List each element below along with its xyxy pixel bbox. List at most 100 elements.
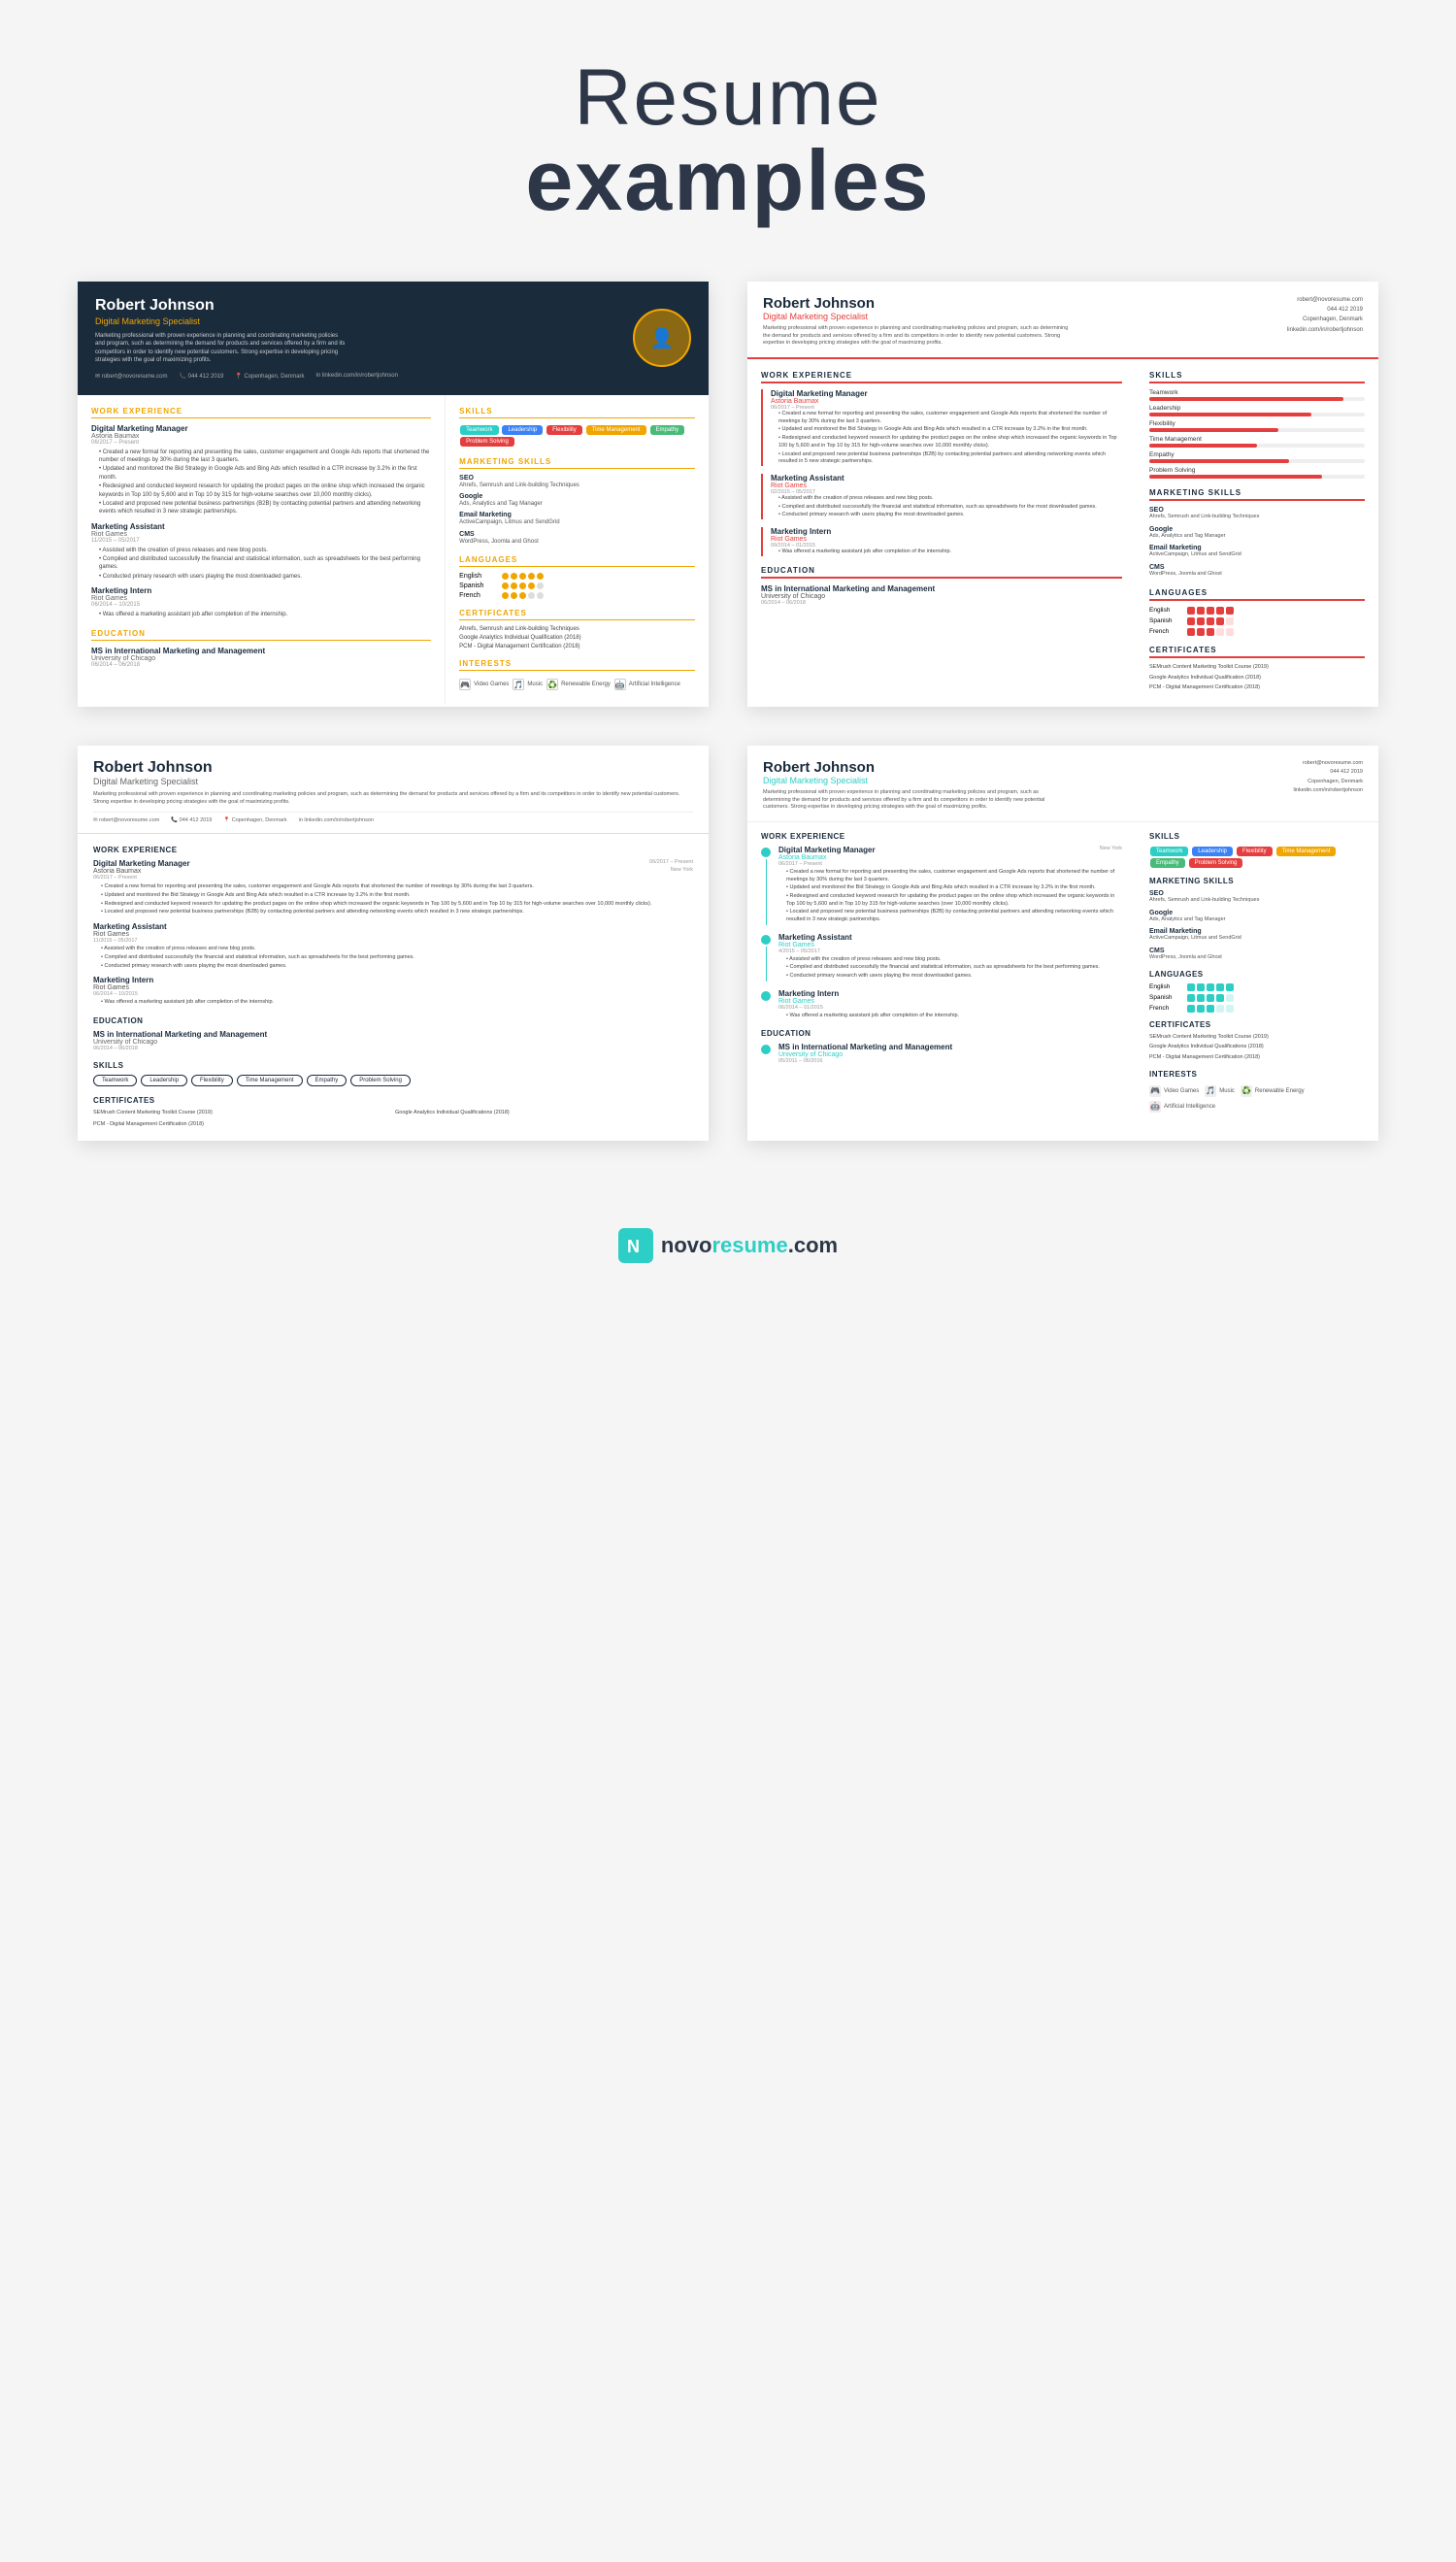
footer-logo: N novoresume.com xyxy=(618,1228,838,1263)
resume1-left: WORK EXPERIENCE Digital Marketing Manage… xyxy=(78,395,446,705)
title-resume: Resume xyxy=(0,58,1456,138)
resume1-job2-company: Riot Games xyxy=(91,531,431,538)
skill-tag-empathy: Empathy xyxy=(650,425,685,435)
resume1-job3-title: Marketing Intern xyxy=(91,586,431,595)
resume3-certs: SEMrush Content Marketing Toolkit Course… xyxy=(93,1110,693,1129)
resume2-cert-title: CERTIFICATES xyxy=(1149,646,1365,658)
resume3-title: Digital Marketing Specialist xyxy=(93,777,693,786)
resume2-mskills-title: MARKETING SKILLS xyxy=(1149,488,1365,501)
resume1-edu-school: University of Chicago xyxy=(91,655,431,662)
novoresume-n-icon: N xyxy=(625,1235,646,1256)
resume2-cert-3: PCM - Digital Management Certification (… xyxy=(1149,684,1365,692)
resume4-lang-french: French xyxy=(1149,1005,1365,1013)
resume1-desc: Marketing professional with proven exper… xyxy=(95,332,347,365)
resume1-job2-b3: Conducted primary research with users pl… xyxy=(99,573,431,581)
resume1-job1-b4: Located and proposed new potential busin… xyxy=(99,500,431,516)
resume1-location: 📍 Copenhagen, Denmark xyxy=(235,373,304,380)
resume1-lang-french: French xyxy=(459,592,695,599)
resume4-interests-title: INTERESTS xyxy=(1149,1070,1365,1079)
resume2-contact: robert@novoresume.com 044 412 2019 Copen… xyxy=(1287,295,1363,335)
resume1-job1-b3: Redesigned and conducted keyword researc… xyxy=(99,482,431,499)
skill-tag-flexibility: Flexibility xyxy=(546,425,582,435)
resume4-header: Robert Johnson Digital Marketing Special… xyxy=(747,746,1378,822)
resume3-contact: ✉ robert@novoresume.com 📞 044 412 2019 📍… xyxy=(93,812,693,823)
resume4-edu: MS in International Marketing and Manage… xyxy=(761,1043,1122,1064)
resume1-body: WORK EXPERIENCE Digital Marketing Manage… xyxy=(78,395,709,705)
svg-text:N: N xyxy=(627,1237,640,1256)
resume4-skills-title: SKILLS xyxy=(1149,832,1365,841)
resume4-title: Digital Marketing Specialist xyxy=(763,776,1064,785)
resume2-edu: MS in International Marketing and Manage… xyxy=(761,584,1122,606)
resume2-lang-spanish: Spanish xyxy=(1149,617,1365,625)
resume1-right: SKILLS Teamwork Leadership Flexibility T… xyxy=(446,395,709,705)
resume3-header: Robert Johnson Digital Marketing Special… xyxy=(78,746,709,835)
resume2-skill-bars: Teamwork Leadership Flexibility Time Man… xyxy=(1149,389,1365,479)
resume2-lang-english: English xyxy=(1149,607,1365,615)
page-header: Resume examples xyxy=(0,0,1456,262)
resume1-skills-title: SKILLS xyxy=(459,407,695,418)
resume4-left: WORK EXPERIENCE Digital Marketing Manage… xyxy=(747,822,1136,1124)
resume3-body: WORK EXPERIENCE Digital Marketing Manage… xyxy=(78,834,709,1141)
resume2-body: WORK EXPERIENCE Digital Marketing Manage… xyxy=(747,359,1378,707)
resume2-lang-title: LANGUAGES xyxy=(1149,588,1365,601)
resume4-skill-tags: Teamwork Leadership Flexibility Time Man… xyxy=(1149,846,1365,869)
resume4-cert-3: PCM - Digital Management Certification (… xyxy=(1149,1054,1365,1062)
footer-logo-icon: N xyxy=(618,1228,653,1263)
resume1-email: ✉ robert@novoresume.com xyxy=(95,373,168,380)
resume1-lang-english: English xyxy=(459,573,695,580)
resume1-lang-title: LANGUAGES xyxy=(459,555,695,567)
footer-domain: novoresume.com xyxy=(661,1233,838,1258)
resume2-location: Copenhagen, Denmark xyxy=(1287,315,1363,324)
resumes-grid: Robert Johnson Digital Marketing Special… xyxy=(0,262,1456,1199)
resume3-job-3: Marketing Intern Riot Games 06/2014 – 10… xyxy=(93,976,693,1007)
resume2-desc: Marketing professional with proven exper… xyxy=(763,325,1074,348)
resume1-mskill-cms: CMS WordPress, Joomla and Ghost xyxy=(459,531,695,546)
resume1-mskill-seo: SEO Ahrefs, Semrush and Link-building Te… xyxy=(459,475,695,489)
resume1-edu-degree: MS in International Marketing and Manage… xyxy=(91,647,431,655)
resume1-interests: 🎮Video Games 🎵Music ♻️Renewable Energy 🤖… xyxy=(459,677,695,692)
resume4-header-left: Robert Johnson Digital Marketing Special… xyxy=(763,759,1064,812)
resume1-phone: 📞 044 412 2019 xyxy=(180,373,224,380)
resume2-job-3: Marketing Intern Riot Games 09/2014 – 01… xyxy=(761,527,1122,556)
title-examples: examples xyxy=(0,138,1456,223)
resume3-work-title: WORK EXPERIENCE xyxy=(93,846,693,854)
resume1-job2-b1: Assisted with the creation of press rele… xyxy=(99,547,431,554)
resume4-lang-spanish: Spanish xyxy=(1149,994,1365,1002)
resume2-lang-french: French xyxy=(1149,628,1365,636)
resume1-lang-spanish: Spanish xyxy=(459,582,695,589)
resume3-cert-title: CERTIFICATES xyxy=(93,1096,693,1105)
resume1-job3-note: Was offered a marketing assistant job af… xyxy=(99,611,431,618)
resume3-desc: Marketing professional with proven exper… xyxy=(93,790,693,807)
resume1-header: Robert Johnson Digital Marketing Special… xyxy=(78,282,709,395)
resume2-phone: 044 412 2019 xyxy=(1287,305,1363,315)
resume1-job1-company: Astoria Baumax xyxy=(91,433,431,440)
resume3-job-2: Marketing Assistant Riot Games 11/2015 –… xyxy=(93,922,693,970)
resume1-job-3: Marketing Intern Riot Games 06/2014 – 10… xyxy=(91,586,431,618)
resume4-lang-english: English xyxy=(1149,983,1365,991)
resume4-right: SKILLS Teamwork Leadership Flexibility T… xyxy=(1136,822,1378,1124)
resume-card-1: Robert Johnson Digital Marketing Special… xyxy=(78,282,709,707)
resume2-title: Digital Marketing Specialist xyxy=(763,312,1074,321)
resume1-job2-title: Marketing Assistant xyxy=(91,522,431,531)
resume2-right: SKILLS Teamwork Leadership Flexibility xyxy=(1136,359,1378,707)
resume4-cert-1: SEMrush Content Marketing Toolkit Course… xyxy=(1149,1034,1365,1042)
resume1-job1-b1: Created a new format for reporting and p… xyxy=(99,449,431,465)
resume1-mskill-google: Google Ads, Analytics and Tag Manager xyxy=(459,493,695,508)
skill-tag-problem: Problem Solving xyxy=(460,437,514,447)
resume1-job2-date: 11/2015 – 05/2017 xyxy=(91,538,431,544)
resume1-job1-title: Digital Marketing Manager xyxy=(91,424,431,433)
resume-card-2: Robert Johnson Digital Marketing Special… xyxy=(747,282,1378,707)
resume2-header: Robert Johnson Digital Marketing Special… xyxy=(747,282,1378,359)
resume4-edu-title: EDUCATION xyxy=(761,1029,1122,1038)
resume2-cert-1: SEMrush Content Marketing Toolkit Course… xyxy=(1149,664,1365,672)
resume2-linkedin: linkedin.com/in/robertjohnson xyxy=(1287,325,1363,335)
resume1-name: Robert Johnson xyxy=(95,297,398,315)
resume1-interests-title: INTERESTS xyxy=(459,659,695,671)
skill-tag-time: Time Management xyxy=(586,425,646,435)
resume1-job3-date: 06/2014 – 10/2015 xyxy=(91,602,431,608)
resume2-email: robert@novoresume.com xyxy=(1287,295,1363,305)
resume2-job-2: Marketing Assistant Riot Games 02/2015 –… xyxy=(761,474,1122,519)
resume4-name: Robert Johnson xyxy=(763,759,1064,776)
resume1-mskill-email: Email Marketing ActiveCampaign, Litmus a… xyxy=(459,512,695,526)
resume3-name: Robert Johnson xyxy=(93,759,693,777)
